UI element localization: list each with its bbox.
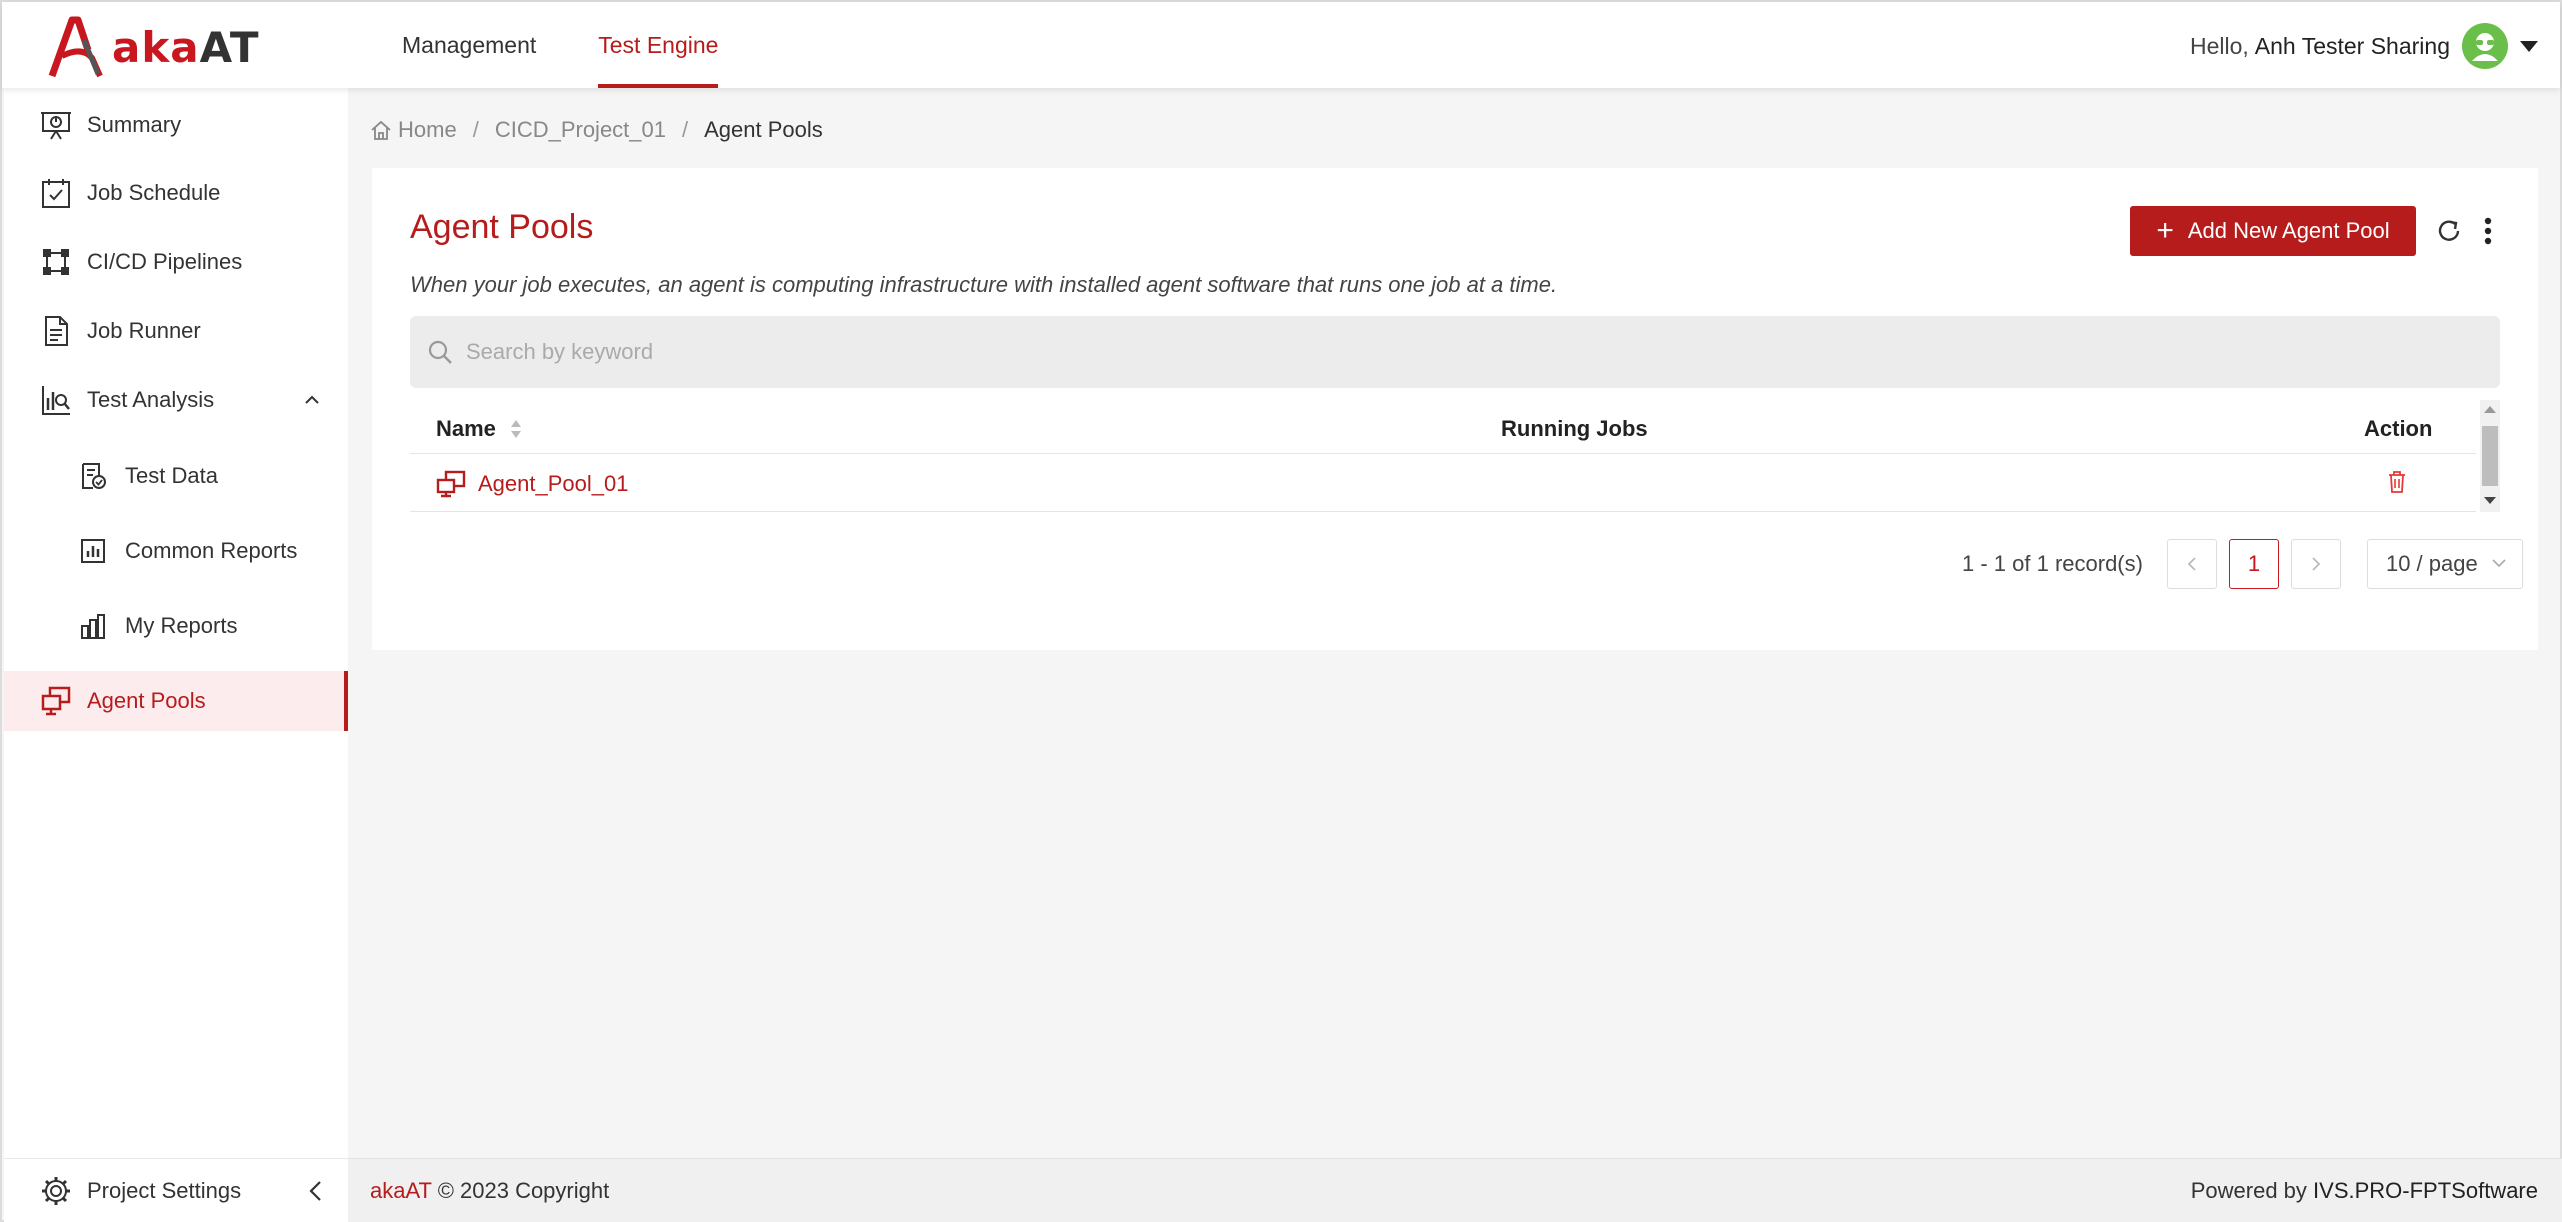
sort-icon[interactable] — [510, 418, 522, 440]
gear-icon — [42, 1176, 70, 1205]
sidebar-item-test-analysis[interactable]: Test Analysis — [4, 371, 348, 429]
bar-chart-icon — [81, 539, 105, 563]
file-check-icon — [82, 463, 106, 489]
sidebar-item-agent-pools[interactable]: Agent Pools — [4, 671, 348, 731]
table-header: Name Running Jobs Action — [410, 400, 2476, 454]
column-running-jobs-header: Running Jobs — [1501, 416, 1648, 441]
sidebar-item-test-data[interactable]: Test Data — [4, 447, 348, 505]
sidebar-item-job-runner[interactable]: Job Runner — [4, 302, 348, 360]
sidebar-item-label: Test Data — [125, 463, 218, 488]
footer-copyright-text: © 2023 Copyright — [437, 1177, 610, 1203]
agent-pools-table: Name Running Jobs Action Agent_Pool_01 — [410, 400, 2500, 512]
scroll-thumb[interactable] — [2482, 426, 2498, 486]
page-description: When your job executes, an agent is comp… — [410, 272, 1558, 297]
breadcrumb-home[interactable]: Home — [370, 117, 457, 143]
user-menu[interactable]: Hello, Anh Tester Sharing — [2190, 22, 2538, 70]
search-icon — [428, 340, 452, 364]
monitors-icon — [436, 470, 466, 498]
column-name-header[interactable]: Name — [436, 416, 522, 442]
sidebar-item-label: Agent Pools — [87, 688, 206, 713]
breadcrumb-separator: / — [682, 117, 689, 142]
search-input[interactable] — [466, 339, 2366, 365]
add-agent-pool-label: Add New Agent Pool — [2187, 218, 2390, 243]
plus-icon: + — [2156, 214, 2174, 247]
sidebar-item-label: Common Reports — [125, 538, 298, 563]
sidebar-item-job-schedule[interactable]: Job Schedule — [4, 164, 348, 222]
chevron-down-icon[interactable] — [2520, 40, 2538, 52]
sidebar-item-common-reports[interactable]: Common Reports — [4, 522, 348, 580]
sidebar-item-label: Job Runner — [87, 318, 201, 343]
agent-pool-link[interactable]: Agent_Pool_01 — [436, 470, 628, 498]
top-nav: Management Test Engine — [382, 2, 760, 88]
pagination-summary: 1 - 1 of 1 record(s) — [1962, 551, 2143, 576]
chart-search-icon — [42, 386, 70, 415]
sidebar-item-label: Job Schedule — [87, 180, 221, 205]
logo-text: akaAT — [112, 22, 260, 72]
nav-management[interactable]: Management — [382, 2, 556, 88]
sidebar-item-label: Summary — [87, 112, 182, 137]
page-number-button[interactable]: 1 — [2228, 539, 2279, 589]
sidebar-item-label: CI/CD Pipelines — [87, 249, 243, 274]
logo-mark-icon — [48, 16, 103, 78]
column-action-header: Action — [2364, 416, 2433, 441]
column-name-label: Name — [436, 416, 496, 441]
sidebar-item-label: Test Analysis — [87, 387, 215, 412]
project-settings-bar[interactable]: Project Settings — [4, 1158, 348, 1222]
project-settings-label: Project Settings — [87, 1177, 242, 1203]
table-row: Agent_Pool_01 — [410, 454, 2476, 512]
breadcrumb: Home / CICD_Project_01 / Agent Pools — [370, 114, 823, 146]
sidebar-item-label: My Reports — [125, 613, 238, 638]
avatar[interactable] — [2462, 23, 2508, 69]
powered-by-org: IVS.PRO-FPTSoftware — [2313, 1177, 2538, 1203]
trash-icon[interactable] — [2386, 470, 2408, 494]
chevron-down-icon — [2492, 559, 2506, 568]
page-size-select[interactable]: 10 / page — [2366, 539, 2523, 589]
user-name: Anh Tester Sharing — [2254, 32, 2450, 59]
breadcrumb-project[interactable]: CICD_Project_01 — [495, 117, 666, 143]
agent-pools-card: Agent Pools When your job executes, an a… — [372, 168, 2538, 650]
presentation-icon — [41, 112, 71, 140]
document-icon — [45, 316, 68, 346]
breadcrumb-home-label: Home — [398, 117, 457, 142]
breadcrumb-separator: / — [472, 117, 479, 142]
pipeline-icon — [43, 249, 69, 275]
agent-pool-name: Agent_Pool_01 — [478, 471, 629, 496]
footer-brand[interactable]: akaAT — [370, 1178, 432, 1203]
sidebar-item-cicd-pipelines[interactable]: CI/CD Pipelines — [4, 233, 348, 291]
nav-test-engine[interactable]: Test Engine — [578, 2, 738, 88]
chevron-right-icon — [2312, 557, 2321, 571]
footer-powered-by: Powered by IVS.PRO-FPTSoftware — [2191, 1178, 2538, 1204]
sidebar-item-my-reports[interactable]: My Reports — [4, 597, 348, 655]
scroll-up-icon[interactable] — [2484, 406, 2496, 413]
next-page-button[interactable] — [2290, 539, 2341, 589]
monitors-icon — [41, 686, 71, 716]
collapse-sidebar-icon[interactable] — [308, 1180, 322, 1202]
prev-page-button[interactable] — [2166, 539, 2217, 589]
page-size-value: 10 / page — [2385, 551, 2478, 576]
calendar-check-icon — [42, 179, 70, 208]
add-agent-pool-button[interactable]: + Add New Agent Pool — [2130, 206, 2416, 256]
footer-copyright: akaAT © 2023 Copyright — [370, 1178, 609, 1204]
top-header: akaAT Management Test Engine Hello, Anh … — [2, 2, 2560, 88]
chevron-up-icon[interactable] — [304, 395, 320, 405]
footer: akaAT © 2023 Copyright Powered by IVS.PR… — [348, 1158, 2562, 1222]
bar-chart-icon — [81, 614, 105, 639]
search-bar — [410, 316, 2500, 388]
powered-by-label: Powered by — [2190, 1177, 2307, 1203]
table-scrollbar[interactable] — [2480, 400, 2500, 512]
app-frame: akaAT Management Test Engine Hello, Anh … — [0, 0, 2562, 1222]
sidebar-item-summary[interactable]: Summary — [4, 96, 348, 154]
sidebar: Summary Job Schedule CI/CD Pipelines Job… — [4, 88, 348, 1158]
chevron-left-icon — [2187, 557, 2196, 571]
scroll-down-icon[interactable] — [2484, 497, 2496, 504]
user-avatar-icon — [2472, 33, 2498, 61]
refresh-icon[interactable] — [2436, 218, 2462, 244]
akaat-logo[interactable]: akaAT — [48, 16, 260, 78]
more-vertical-icon[interactable] — [2482, 216, 2494, 246]
page-title: Agent Pools — [410, 208, 594, 246]
pagination: 1 - 1 of 1 record(s) 1 10 / page — [1962, 538, 2523, 590]
home-icon — [371, 120, 391, 140]
greeting-text: Hello, — [2189, 32, 2249, 59]
breadcrumb-current: Agent Pools — [704, 117, 823, 142]
